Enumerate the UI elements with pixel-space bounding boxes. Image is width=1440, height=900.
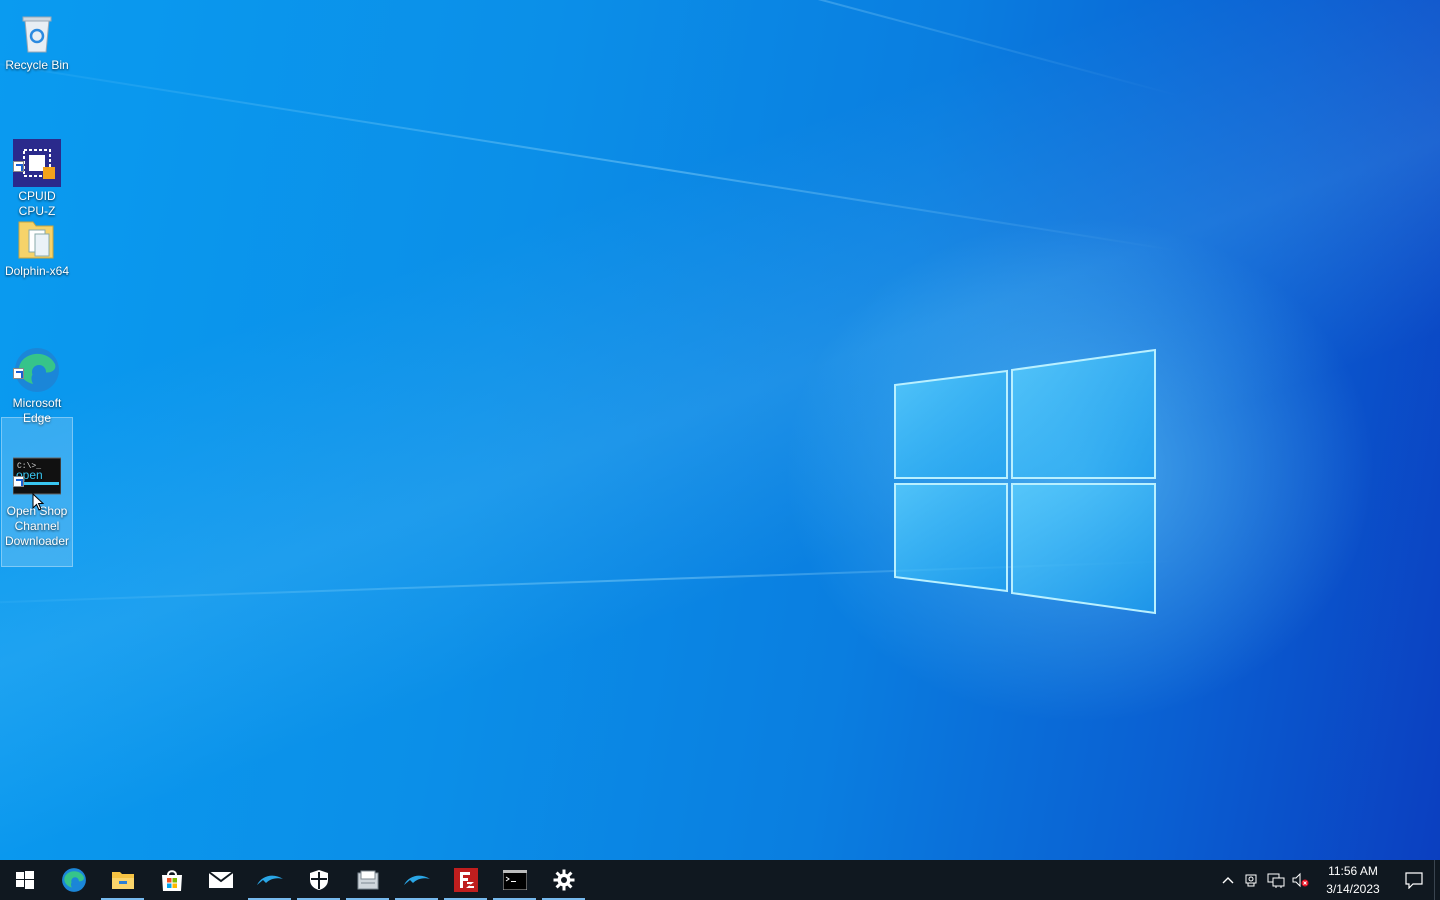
start-button[interactable] (0, 860, 49, 900)
osc-downloader-icon: C:\>_ open (12, 439, 62, 495)
edge-icon (13, 331, 61, 392)
volume-muted-icon (1292, 872, 1309, 888)
light-beam (0, 46, 1181, 252)
shortcut-arrow-icon (13, 161, 24, 172)
gear-icon (553, 869, 574, 891)
mouse-cursor-icon (32, 493, 44, 511)
filezilla-icon (453, 868, 478, 892)
taskbar-filezilla-button[interactable] (441, 860, 490, 900)
taskbar-clock[interactable]: 11:56 AM 3/14/2023 (1318, 862, 1388, 898)
folder-icon (13, 214, 61, 262)
notification-icon (1405, 872, 1423, 889)
taskbar-settings-button[interactable] (539, 860, 588, 900)
network-icon (1267, 873, 1285, 888)
recycle-bin-icon (13, 8, 61, 56)
taskbar-file-explorer-button[interactable] (98, 860, 147, 900)
icon-label: Open Shop Channel Downloader (4, 504, 70, 548)
taskbar-windows-security-button[interactable] (294, 860, 343, 900)
tray-network-button[interactable] (1264, 860, 1288, 900)
tray-webcam-button[interactable] (1240, 860, 1264, 900)
camera-icon (1245, 874, 1257, 887)
icon-label: Dolphin-x64 (4, 264, 70, 278)
taskbar-store-button[interactable] (147, 860, 196, 900)
taskbar-mail-button[interactable] (196, 860, 245, 900)
taskbar: 11:56 AM 3/14/2023 (0, 860, 1440, 900)
system-tray: 11:56 AM 3/14/2023 (1216, 860, 1440, 900)
desktop-icon-dolphin-x64[interactable]: Dolphin-x64 (2, 208, 72, 281)
shortcut-arrow-icon (13, 476, 24, 487)
store-icon (161, 870, 182, 891)
taskbar-command-prompt-button[interactable] (490, 860, 539, 900)
taskbar-edge-button[interactable] (49, 860, 98, 900)
icon-label: Recycle Bin (5, 58, 69, 72)
windows-start-icon (15, 871, 34, 889)
clock-time: 11:56 AM (1328, 864, 1378, 878)
terminal-icon (502, 870, 527, 890)
clock-date: 3/14/2023 (1326, 882, 1380, 896)
dolphin-icon (256, 875, 283, 885)
desktop-icon-recycle-bin[interactable]: Recycle Bin (2, 2, 72, 75)
taskbar-app-button[interactable] (343, 860, 392, 900)
show-desktop-button[interactable] (1434, 860, 1440, 900)
action-center-button[interactable] (1394, 860, 1434, 900)
desktop-background: Recycle Bin CPUID CPU-Z Dolphin-x64 Micr… (0, 0, 1440, 860)
shield-icon (309, 870, 328, 890)
taskbar-dolphin-button[interactable] (245, 860, 294, 900)
dolphin-icon (403, 875, 430, 885)
cpu-z-icon (13, 124, 61, 187)
light-beam (0, 0, 1181, 97)
file-explorer-icon (111, 872, 134, 889)
mail-icon (207, 871, 234, 888)
shortcut-arrow-icon (13, 368, 24, 379)
scanner-icon (357, 870, 378, 890)
tray-volume-button[interactable] (1288, 860, 1312, 900)
taskbar-dolphin-2-button[interactable] (392, 860, 441, 900)
windows-logo-wallpaper (894, 348, 1156, 615)
show-hidden-icons-button[interactable] (1216, 860, 1240, 900)
desktop-icon-open-shop-channel-downloader[interactable]: C:\>_ open Open Shop Channel Downloader (1, 417, 73, 567)
chevron-up-icon (1222, 877, 1234, 884)
edge-icon (61, 868, 86, 892)
